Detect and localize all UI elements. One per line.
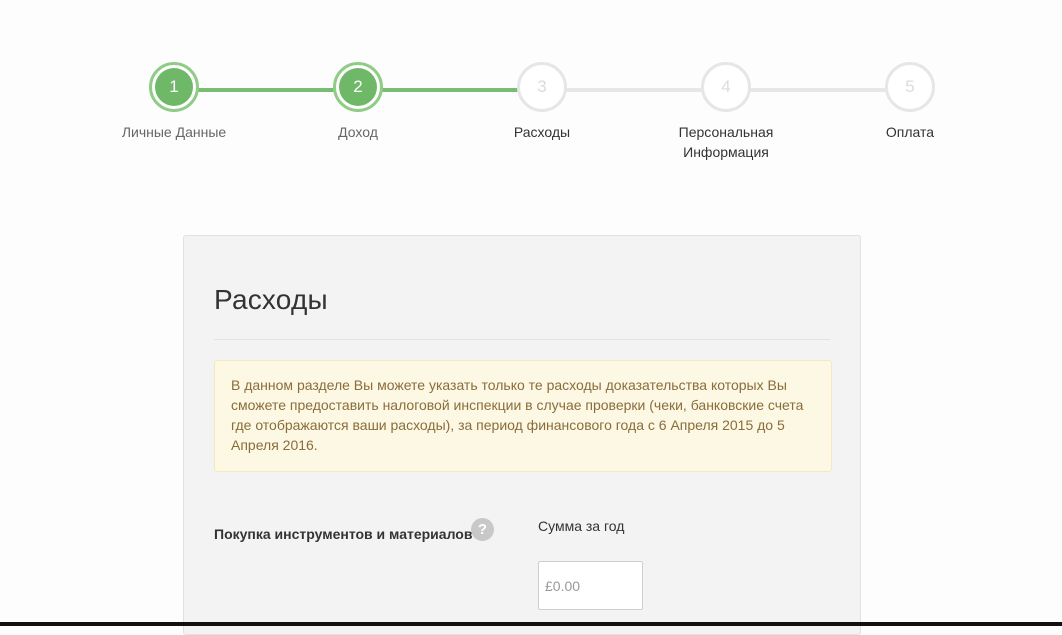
step-circle: 5 [885, 62, 935, 112]
help-icon[interactable]: ? [471, 518, 494, 541]
step-number: 2 [339, 68, 377, 106]
step-label: Оплата [885, 124, 935, 140]
step-payment: 5 Оплата [830, 62, 990, 142]
annual-amount-header: Сумма за год [538, 518, 625, 534]
step-circle: 1 [149, 62, 199, 112]
tools-materials-label: Покупка инструментов и материалов [214, 526, 473, 542]
page-title: Расходы [214, 284, 328, 315]
info-notice: В данном разделе Вы можете указать тольк… [214, 360, 832, 472]
step-number: 1 [155, 68, 193, 106]
tools-materials-amount-input[interactable] [538, 561, 643, 610]
title-divider [214, 339, 830, 340]
step-label: Персональная Информация [678, 124, 774, 160]
step-label: Доход [338, 124, 378, 140]
expenses-panel: Расходы В данном разделе Вы можете указа… [183, 235, 861, 635]
step-personal-data[interactable]: 1 Личные Данные [94, 62, 254, 142]
step-circle: 4 [701, 62, 751, 112]
step-personal-info: 4 Персональная Информация [646, 62, 806, 162]
step-circle: 2 [333, 62, 383, 112]
step-circle: 3 [517, 62, 567, 112]
step-label: Расходы [513, 124, 571, 140]
step-income[interactable]: 2 Доход [278, 62, 438, 142]
window-bottom-edge [0, 622, 1062, 626]
step-expenses: 3 Расходы [462, 62, 622, 142]
step-label: Личные Данные [121, 124, 227, 140]
progress-stepper: 1 Личные Данные 2 Доход 3 Расходы 4 Перс… [0, 0, 1062, 200]
